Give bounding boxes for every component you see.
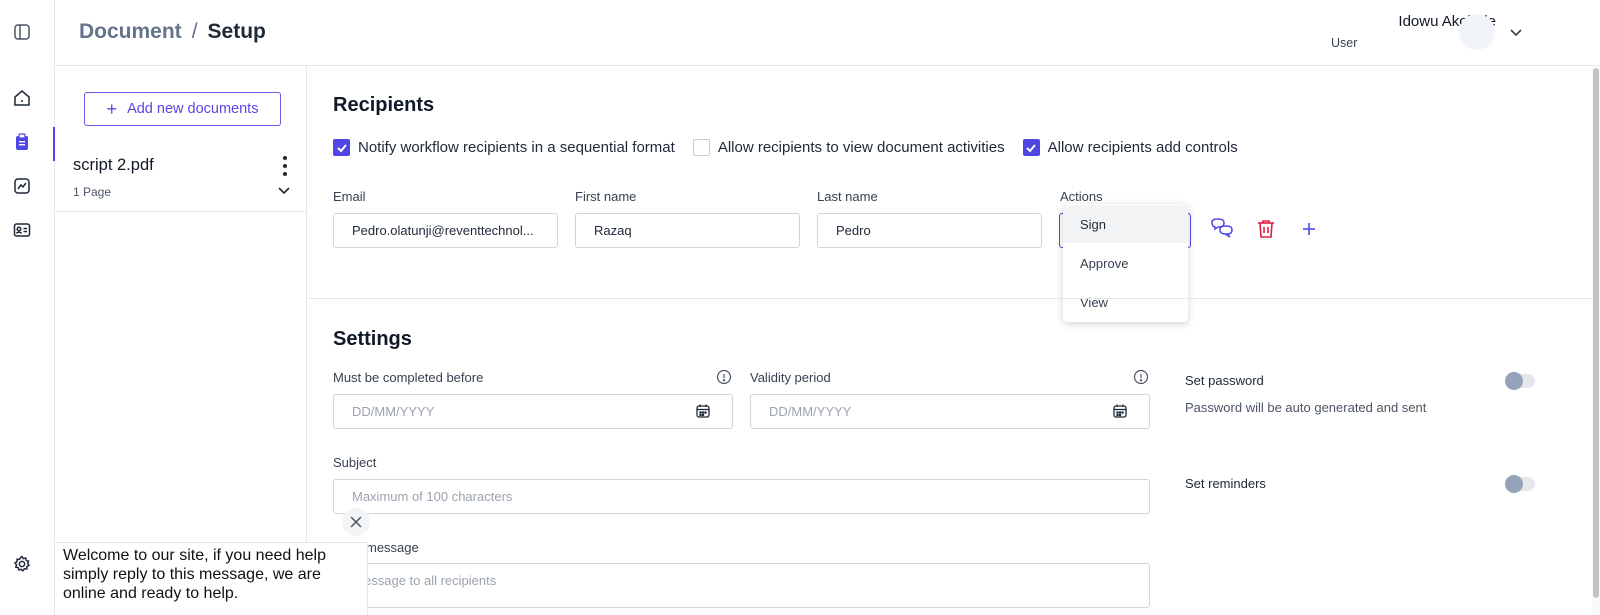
info-icon[interactable]	[716, 369, 732, 385]
first-name-field[interactable]: Razaq	[575, 213, 800, 248]
set-reminders-label: Set reminders	[1185, 476, 1266, 491]
sequential-label: Notify workflow recipients in a sequenti…	[358, 139, 675, 156]
breadcrumb-document[interactable]: Document	[79, 20, 182, 44]
action-option-view[interactable]: View	[1063, 283, 1188, 321]
breadcrumb-separator: /	[191, 20, 198, 43]
top-header: Document / Setup	[55, 0, 1600, 66]
add-recipient-icon[interactable]	[1296, 216, 1322, 242]
delete-trash-icon[interactable]	[1253, 216, 1279, 242]
sequential-checkbox[interactable]	[333, 139, 350, 156]
complete-before-label: Must be completed before	[333, 370, 484, 385]
complete-before-date-input[interactable]: DD/MM/YYYY	[333, 394, 733, 429]
message-label: message	[366, 540, 419, 555]
action-option-sign[interactable]: Sign	[1063, 205, 1188, 243]
chevron-down-icon[interactable]	[1508, 24, 1524, 40]
breadcrumb-setup: Setup	[207, 20, 266, 43]
home-icon[interactable]	[10, 86, 34, 110]
breadcrumb: Document / Setup	[79, 20, 266, 44]
settings-gear-icon[interactable]	[10, 552, 34, 576]
calendar-icon[interactable]	[695, 403, 711, 419]
set-reminders-toggle[interactable]	[1505, 475, 1535, 493]
user-role: User	[1331, 36, 1358, 50]
calendar-icon[interactable]	[1112, 403, 1128, 419]
close-icon[interactable]	[342, 508, 370, 536]
view-activities-label: Allow recipients to view document activi…	[717, 139, 1005, 156]
email-label: Email	[333, 189, 366, 204]
validity-date-input[interactable]: DD/MM/YYYY	[750, 394, 1150, 429]
sidebar-toggle-icon[interactable]	[10, 20, 34, 44]
document-list-item[interactable]: script 2.pdf 1 Page	[55, 148, 307, 212]
documents-panel: + Add new documents script 2.pdf 1 Page	[55, 66, 307, 615]
set-password-toggle[interactable]	[1505, 372, 1535, 390]
main-scrollbar[interactable]	[1592, 66, 1600, 615]
subject-input[interactable]: Maximum of 100 characters	[333, 479, 1150, 514]
subject-label: Subject	[333, 455, 377, 470]
chat-widget-message[interactable]: Welcome to our site, if you need help si…	[55, 542, 368, 615]
set-password-label: Set password	[1185, 373, 1264, 388]
set-password-description: Password will be auto generated and sent	[1185, 400, 1427, 415]
add-controls-label: Allow recipients add controls	[1047, 139, 1238, 156]
document-name: script 2.pdf	[73, 156, 154, 174]
action-option-approve[interactable]: Approve	[1063, 244, 1188, 282]
message-textarea[interactable]: essage to all recipients	[333, 563, 1150, 608]
plus-icon: +	[106, 99, 118, 119]
chevron-down-icon[interactable]	[276, 182, 292, 198]
more-options-icon[interactable]	[280, 156, 290, 176]
documents-clipboard-icon[interactable]	[10, 130, 34, 154]
actions-label: Actions	[1060, 189, 1103, 204]
recipients-title: Recipients	[333, 94, 435, 116]
actions-dropdown: Sign Approve View	[1063, 204, 1188, 322]
settings-title: Settings	[333, 328, 412, 350]
contacts-card-icon[interactable]	[10, 218, 34, 242]
view-activities-checkbox[interactable]	[692, 139, 710, 156]
last-name-label: Last name	[817, 189, 878, 204]
icon-rail	[0, 0, 55, 615]
avatar[interactable]	[1459, 14, 1495, 50]
validity-label: Validity period	[750, 370, 831, 385]
email-field[interactable]: Pedro.olatunji@reventtechnol...	[333, 213, 558, 248]
section-divider	[308, 298, 1592, 299]
first-name-label: First name	[575, 189, 637, 204]
analytics-icon[interactable]	[10, 174, 34, 198]
document-page-count: 1 Page	[73, 185, 112, 199]
add-new-documents-button[interactable]: + Add new documents	[84, 92, 281, 126]
comments-icon[interactable]	[1209, 216, 1235, 242]
info-icon[interactable]	[1133, 369, 1149, 385]
last-name-field[interactable]: Pedro	[817, 213, 1042, 248]
add-new-documents-label: Add new documents	[127, 101, 259, 117]
recipient-options: Notify workflow recipients in a sequenti…	[333, 139, 1256, 156]
add-controls-checkbox[interactable]	[1022, 139, 1040, 156]
